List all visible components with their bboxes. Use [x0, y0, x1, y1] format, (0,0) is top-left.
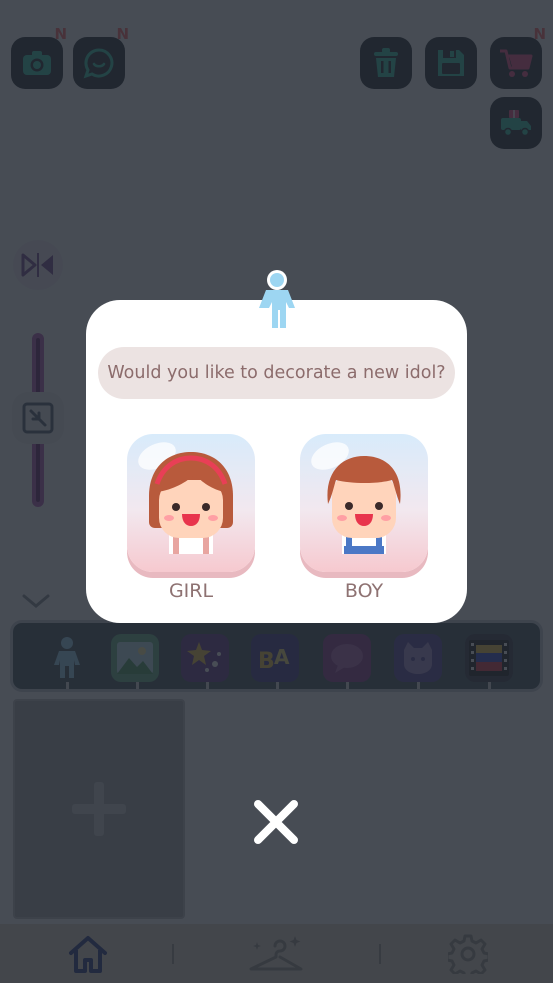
close-icon [254, 800, 298, 844]
boy-option[interactable]: BOY [300, 434, 428, 609]
boy-card[interactable] [300, 434, 428, 572]
person-icon [259, 270, 295, 328]
boy-label: BOY [344, 580, 384, 602]
boy-avatar-icon [311, 442, 401, 554]
girl-option[interactable]: GIRL [127, 434, 255, 609]
girl-card[interactable] [127, 434, 255, 572]
girl-avatar-icon [138, 442, 233, 554]
new-idol-dialog: Would you like to decorate a new idol? G… [86, 300, 467, 623]
girl-label: GIRL [168, 580, 214, 602]
dialog-question: Would you like to decorate a new idol? [98, 347, 455, 399]
close-button[interactable] [248, 793, 304, 851]
